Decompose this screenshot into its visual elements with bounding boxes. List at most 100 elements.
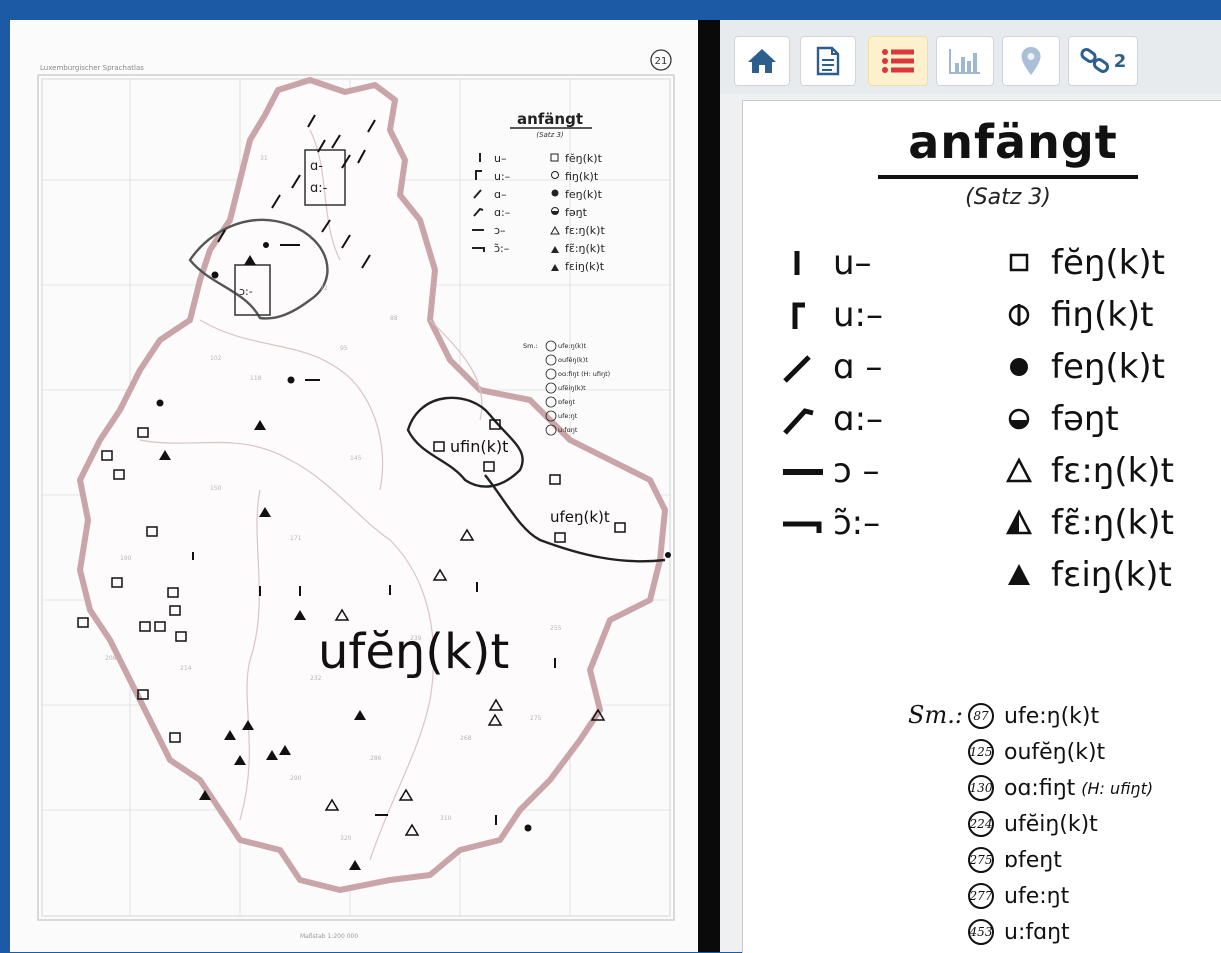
links-count: 2 — [1113, 50, 1127, 72]
mini-legend-left-4: ɑ:– — [494, 206, 510, 219]
sm-number: 87 — [968, 703, 994, 729]
sm-item: 125 oufĕŋ(k)t — [968, 735, 1105, 769]
legend-right-row: fiŋ(k)t — [1003, 291, 1154, 339]
legend-right-row: fəŋt — [1003, 395, 1119, 443]
map-title: anfängt — [517, 110, 583, 128]
legend-right-row: fɛiŋ(k)t — [1003, 551, 1172, 599]
sm-text: oɑ:fiŋt — [1004, 775, 1076, 801]
sm-text: ufĕiŋ(k)t — [1004, 811, 1098, 837]
legend-right-label: fiŋ(k)t — [1051, 295, 1154, 335]
bar-chart-icon — [949, 49, 980, 74]
svg-text:102: 102 — [210, 355, 222, 362]
mini-legend-symbols — [472, 153, 559, 252]
legend-title-underline — [878, 175, 1138, 179]
svg-text:118: 118 — [250, 375, 262, 382]
home-icon — [748, 49, 776, 73]
svg-text:Sm.:: Sm.: — [523, 342, 538, 350]
sm-text: ɒfeŋt — [1004, 847, 1062, 873]
links-button[interactable]: 2 — [1068, 36, 1138, 86]
map-pin-icon — [1021, 47, 1041, 75]
mini-legend-right-3: feŋ(k)t — [565, 188, 603, 201]
mini-legend-filled — [551, 189, 559, 271]
svg-text:268: 268 — [460, 735, 472, 742]
svg-text:31: 31 — [260, 155, 268, 162]
sm-note: (H: ufiŋt) — [1081, 778, 1154, 798]
legend-left-label: ɑ – — [833, 347, 883, 387]
mini-sm-5: ɒfeŋt — [558, 398, 576, 406]
region-label-east: ufin(k)t — [450, 437, 508, 456]
sm-item: 277 ufe:ŋt — [968, 879, 1069, 913]
legend-right-label: fɛ̃:ŋ(k)t — [1051, 503, 1174, 543]
svg-text:72: 72 — [320, 285, 328, 292]
legend-left-row: u– — [783, 239, 872, 287]
hook-slash-symbol — [783, 399, 833, 439]
sm-number: 125 — [968, 739, 994, 765]
svg-text:150: 150 — [210, 485, 222, 492]
sm-label: Sm.: — [908, 701, 963, 729]
sm-text: ufe:ŋt — [1004, 883, 1070, 909]
toolbar: 2 — [720, 20, 1221, 94]
circle-bar-symbol — [1003, 295, 1051, 335]
legend-left-label: u– — [833, 243, 872, 283]
filled-circle-symbol — [1003, 347, 1051, 387]
legend-subtitle: (Satz 3) — [965, 185, 1051, 210]
mini-legend-left-2: u:– — [494, 170, 510, 183]
chart-button[interactable] — [936, 36, 994, 86]
legend-left-row: ɔ̃:– — [783, 499, 880, 547]
mini-sm-1: ufe:ŋ(k)t — [558, 342, 587, 350]
legend-right-label: feŋ(k)t — [1051, 347, 1165, 387]
legend-left-row: u:– — [783, 291, 883, 339]
svg-text:286: 286 — [370, 755, 382, 762]
legend-left-row: ɑ – — [783, 343, 882, 391]
list-icon — [882, 49, 914, 73]
svg-text:145: 145 — [350, 455, 362, 462]
legend-left-label: ɔ̃:– — [833, 503, 881, 543]
svg-text:171: 171 — [290, 535, 302, 542]
sm-number: 130 — [968, 775, 994, 801]
mini-legend-right-6: fɛ̃:ŋ(k)t — [565, 242, 605, 255]
map-panel[interactable]: 102 118 95 150 171 145 214 232 239 268 290 286 2… — [10, 20, 698, 952]
atlas-map: 10211895 150171145 214232239 268290286 2… — [37, 49, 675, 940]
legend-left-label: ɑ:– — [833, 399, 884, 439]
legend-right-label: fəŋt — [1051, 399, 1119, 439]
legend-left-label: u:– — [833, 295, 884, 335]
map-mini-legend: u– u:– ɑ– ɑ:– ɔ– ɔ̃:– fĕŋ(k)t fiŋ(k)t fe… — [494, 152, 605, 273]
svg-text:214: 214 — [180, 665, 192, 672]
mini-sm-2: oufĕŋ(k)t — [558, 356, 588, 364]
dash-symbol — [783, 451, 833, 491]
mini-legend-right-2: fiŋ(k)t — [565, 170, 599, 183]
box-label-3: ɔ:- — [239, 285, 253, 298]
location-button[interactable] — [1002, 36, 1060, 86]
svg-text:255: 255 — [550, 625, 562, 632]
triangle-half-symbol — [1003, 503, 1051, 543]
sm-number: 277 — [968, 883, 994, 909]
box-label-1: ɑ- — [310, 159, 323, 174]
vertical-bar-symbol — [783, 243, 833, 283]
link-icon — [1080, 48, 1109, 73]
mini-legend-left-5: ɔ– — [494, 224, 506, 237]
legend-left-row: ɔ – — [783, 447, 879, 495]
legend-right-row: fɛ:ŋ(k)t — [1003, 447, 1174, 495]
legend-left-row: ɑ:– — [783, 395, 883, 443]
sm-number: 275 — [968, 847, 994, 873]
sm-item: 87 ufe:ŋ(k)t — [968, 699, 1099, 733]
square-outline-symbol — [1003, 243, 1051, 283]
legend-right-row: feŋ(k)t — [1003, 343, 1165, 391]
mini-legend-left-6: ɔ̃:– — [494, 242, 509, 255]
legend-document: anfängt (Satz 3) u– u:– ɑ – ɑ:– ɔ – ɔ̃:– — [742, 100, 1221, 953]
svg-text:190: 190 — [120, 555, 132, 562]
legend-right-label: fĕŋ(k)t — [1051, 243, 1165, 283]
mini-legend-right-5: fɛ:ŋ(k)t — [565, 224, 605, 237]
legend-right-row: fĕŋ(k)t — [1003, 239, 1165, 287]
region-label-southeast: ufeŋ(k)t — [550, 508, 610, 526]
home-button[interactable] — [734, 36, 790, 86]
list-button[interactable] — [868, 36, 928, 86]
svg-text:208: 208 — [105, 655, 117, 662]
triangle-filled-symbol — [1003, 555, 1051, 595]
document-button[interactable] — [800, 36, 856, 86]
mini-sm-4: ufĕiŋ(k)t — [558, 384, 586, 392]
mini-sm-3: oɑ:fiŋt (H: ufiŋt) — [558, 370, 610, 378]
panel-divider[interactable] — [698, 20, 720, 952]
big-region-label: ufĕŋ(k)t — [318, 624, 509, 680]
corner-bar-symbol — [783, 295, 833, 335]
